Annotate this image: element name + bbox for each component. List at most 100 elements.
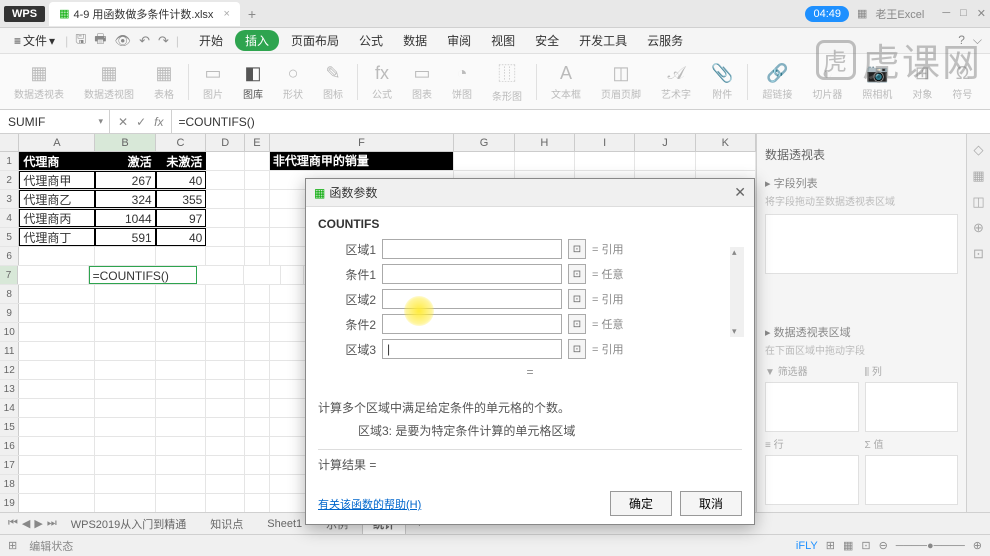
ok-button[interactable]: 确定 [610, 491, 672, 516]
zoom-in-icon[interactable]: ⊕ [973, 539, 982, 552]
cell[interactable] [454, 152, 514, 170]
sheet-first-icon[interactable]: ⏮ [8, 517, 18, 530]
side-icon[interactable]: ⊡ [973, 246, 984, 262]
ribbon-item[interactable]: ⊞对象 [906, 63, 938, 101]
cell[interactable] [19, 494, 95, 512]
print-icon[interactable]: 🖶 [91, 30, 109, 52]
cell[interactable]: 355 [156, 190, 207, 208]
cell[interactable] [19, 437, 95, 455]
cell[interactable]: 1044 [95, 209, 155, 227]
ribbon-item[interactable]: ◫页眉页脚 [595, 63, 647, 101]
name-box[interactable]: SUMIF [0, 110, 110, 133]
row-header[interactable]: 19 [0, 494, 19, 512]
side-icon[interactable]: ◫ [972, 194, 984, 210]
fx-icon[interactable]: fx [154, 115, 163, 129]
col-header[interactable]: G [454, 134, 514, 151]
cell[interactable] [245, 209, 269, 227]
cell[interactable] [206, 285, 245, 303]
cell[interactable] [156, 475, 207, 493]
formula-input[interactable]: =COUNTIFS() [172, 115, 990, 129]
cell[interactable] [19, 323, 95, 341]
cell[interactable] [95, 304, 155, 322]
cell[interactable] [245, 323, 269, 341]
cell[interactable] [245, 399, 269, 417]
file-menu[interactable]: ≡ 文件 ▾ [8, 30, 61, 51]
cell[interactable]: 代理商丙 [19, 209, 95, 227]
cell[interactable] [19, 304, 95, 322]
side-icon[interactable]: ▦ [972, 168, 984, 184]
ribbon-item[interactable]: 🔗超链接 [756, 63, 798, 101]
cell[interactable] [156, 418, 207, 436]
cell[interactable] [156, 399, 207, 417]
tab-review[interactable]: 审阅 [439, 30, 479, 51]
cell[interactable] [156, 247, 207, 265]
cell[interactable] [696, 152, 756, 170]
cell[interactable] [206, 399, 245, 417]
cell[interactable] [156, 304, 207, 322]
row-box[interactable] [765, 455, 859, 505]
tab-view[interactable]: 视图 [483, 30, 523, 51]
ifly-icon[interactable]: iFLY [796, 540, 818, 552]
cell[interactable] [206, 475, 245, 493]
sheet-tab[interactable]: Sheet1 [257, 516, 312, 532]
side-icon[interactable]: ◇ [974, 142, 984, 158]
row-header[interactable]: 7 [0, 266, 18, 284]
cell[interactable] [156, 494, 207, 512]
cell[interactable]: 代理商甲 [19, 171, 95, 189]
row-header[interactable]: 4 [0, 209, 19, 227]
ribbon-item[interactable]: ▦数据透视表 [8, 63, 70, 101]
cell[interactable] [19, 342, 95, 360]
user-label[interactable]: 老王Excel [875, 6, 924, 22]
cell[interactable] [156, 323, 207, 341]
minimize-icon[interactable]: ─ [942, 7, 950, 20]
ribbon-item[interactable]: ▭图表 [406, 63, 438, 101]
cell[interactable] [156, 361, 207, 379]
cell[interactable] [18, 266, 89, 284]
row-header[interactable]: 15 [0, 418, 19, 436]
cell[interactable] [245, 361, 269, 379]
col-header[interactable]: H [515, 134, 575, 151]
close-window-icon[interactable]: ✕ [977, 7, 986, 20]
param-input[interactable] [382, 239, 562, 259]
value-box[interactable] [865, 455, 959, 505]
cell[interactable] [156, 285, 207, 303]
cell[interactable] [245, 437, 269, 455]
cancel-formula-icon[interactable]: ✕ [118, 115, 128, 129]
ribbon-item[interactable]: ▦表格 [148, 63, 180, 101]
cell[interactable] [156, 342, 207, 360]
cell[interactable]: 代理商乙 [19, 190, 95, 208]
row-header[interactable]: 9 [0, 304, 19, 322]
range-picker-icon[interactable]: ⊡ [568, 264, 586, 284]
cell[interactable] [197, 266, 244, 284]
ribbon-item[interactable]: ◐切片器 [806, 63, 848, 101]
range-picker-icon[interactable]: ⊡ [568, 289, 586, 309]
row-header[interactable]: 16 [0, 437, 19, 455]
filter-box[interactable] [765, 382, 859, 432]
cell[interactable] [575, 152, 635, 170]
cell[interactable]: 代理商丁 [19, 228, 95, 246]
cell[interactable] [245, 304, 269, 322]
cell[interactable] [245, 152, 269, 170]
add-tab-button[interactable]: + [248, 6, 256, 22]
cell[interactable] [19, 475, 95, 493]
ribbon-item[interactable]: ◧图库 [237, 63, 269, 101]
dialog-close-icon[interactable]: ✕ [734, 184, 746, 201]
cell[interactable] [245, 456, 269, 474]
param-scrollbar[interactable] [730, 247, 744, 337]
qr-icon[interactable]: ▦ [857, 7, 867, 20]
cell[interactable]: 324 [95, 190, 155, 208]
row-header[interactable]: 3 [0, 190, 19, 208]
ribbon-item[interactable]: A文本框 [545, 63, 587, 101]
cell[interactable] [206, 190, 245, 208]
row-header[interactable]: 2 [0, 171, 19, 189]
row-header[interactable]: 17 [0, 456, 19, 474]
col-header[interactable]: I [575, 134, 635, 151]
cell[interactable] [245, 247, 269, 265]
ribbon-item[interactable]: 📷照相机 [856, 63, 898, 101]
cell[interactable] [206, 418, 245, 436]
col-header[interactable]: K [696, 134, 756, 151]
col-header[interactable]: A [19, 134, 95, 151]
tab-insert[interactable]: 插入 [235, 30, 279, 51]
ribbon-item[interactable]: Ω符号 [946, 63, 978, 101]
row-header[interactable]: 11 [0, 342, 19, 360]
